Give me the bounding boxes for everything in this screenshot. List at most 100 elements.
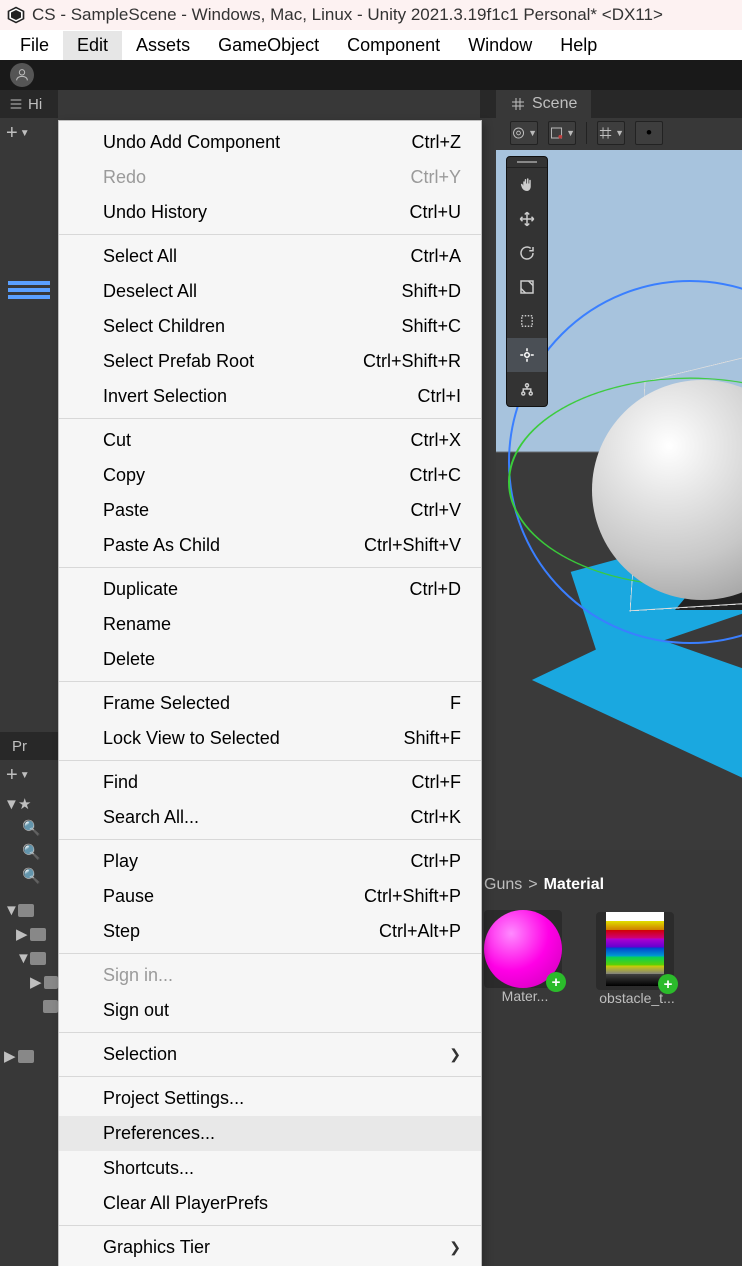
scene-tab-row: Scene xyxy=(480,90,742,118)
tree-row-packages[interactable]: ▶ xyxy=(2,1044,58,1068)
tree-row-assets[interactable]: ▼ xyxy=(2,898,58,922)
tree-row[interactable]: 🔍 xyxy=(2,840,58,864)
hierarchy-item[interactable] xyxy=(8,281,50,285)
menu-item-step[interactable]: StepCtrl+Alt+P xyxy=(59,914,481,949)
tree-row[interactable]: ▼ xyxy=(2,946,58,970)
tree-row[interactable]: ▶ xyxy=(2,970,58,994)
new-badge-icon: + xyxy=(658,974,678,994)
menu-gameobject[interactable]: GameObject xyxy=(204,31,333,60)
tool-palette xyxy=(506,156,548,407)
window-title: CS - SampleScene - Windows, Mac, Linux -… xyxy=(32,5,663,25)
menu-separator xyxy=(59,1032,481,1033)
camera-mode-button[interactable]: ▼ xyxy=(510,121,538,145)
new-badge-icon: + xyxy=(546,972,566,992)
breadcrumb-sep-icon: > xyxy=(528,876,537,894)
menu-item-selection[interactable]: Selection❯ xyxy=(59,1037,481,1072)
menu-item-undo[interactable]: Undo Add ComponentCtrl+Z xyxy=(59,125,481,160)
rotate-tool[interactable] xyxy=(507,236,547,270)
folder-icon xyxy=(30,952,46,965)
menu-item-paste[interactable]: PasteCtrl+V xyxy=(59,493,481,528)
grip-icon[interactable] xyxy=(507,157,547,168)
menu-separator xyxy=(59,839,481,840)
folder-icon xyxy=(18,904,34,917)
menu-item-graphics-tier[interactable]: Graphics Tier❯ xyxy=(59,1230,481,1265)
grid-snap-button[interactable]: ▼ xyxy=(597,121,625,145)
avatar-icon[interactable] xyxy=(10,63,34,87)
menu-assets[interactable]: Assets xyxy=(122,31,204,60)
dropdown-arrow-icon[interactable]: ▼ xyxy=(20,128,30,139)
tree-row[interactable]: ▶ xyxy=(2,922,58,946)
menu-edit[interactable]: Edit xyxy=(63,31,122,60)
menu-item-rename[interactable]: Rename xyxy=(59,607,481,642)
menu-item-paste-as-child[interactable]: Paste As ChildCtrl+Shift+V xyxy=(59,528,481,563)
menu-item-pause[interactable]: PauseCtrl+Shift+P xyxy=(59,879,481,914)
scale-tool[interactable] xyxy=(507,270,547,304)
add-button[interactable]: + xyxy=(6,764,18,787)
hierarchy-tab[interactable]: Hi xyxy=(0,90,58,118)
menu-item-select-all[interactable]: Select AllCtrl+A xyxy=(59,239,481,274)
custom-tool[interactable] xyxy=(507,372,547,406)
project-tab[interactable]: Pr xyxy=(0,732,58,760)
left-column: Hi + ▼ Pr + ▼ ▼★ 🔍 🔍 🔍 ▼ ▶ ▼ ▶ xyxy=(0,90,58,1266)
breadcrumb-item[interactable]: Material xyxy=(544,876,604,894)
menu-help[interactable]: Help xyxy=(546,31,611,60)
title-bar: CS - SampleScene - Windows, Mac, Linux -… xyxy=(0,0,742,30)
menu-item-lock-view[interactable]: Lock View to SelectedShift+F xyxy=(59,721,481,756)
menu-item-shortcuts[interactable]: Shortcuts... xyxy=(59,1151,481,1186)
project-tree: ▼★ 🔍 🔍 🔍 ▼ ▶ ▼ ▶ ▶ xyxy=(0,790,58,1068)
menu-item-delete[interactable]: Delete xyxy=(59,642,481,677)
move-tool[interactable] xyxy=(507,202,547,236)
scene-tab[interactable]: Scene xyxy=(496,90,591,118)
more-tools-button[interactable]: • xyxy=(635,121,663,145)
menu-item-clear-playerprefs[interactable]: Clear All PlayerPrefs xyxy=(59,1186,481,1221)
breadcrumb-item[interactable]: Guns xyxy=(484,876,522,894)
hierarchy-item[interactable] xyxy=(8,295,50,299)
menu-item-search-all[interactable]: Search All...Ctrl+K xyxy=(59,800,481,835)
menu-item-frame-selected[interactable]: Frame SelectedF xyxy=(59,686,481,721)
menu-item-deselect-all[interactable]: Deselect AllShift+D xyxy=(59,274,481,309)
folder-icon xyxy=(18,1050,34,1063)
texture-swatch-icon xyxy=(606,912,664,986)
grid-icon xyxy=(510,96,526,112)
menu-separator xyxy=(59,567,481,568)
menu-file[interactable]: File xyxy=(6,31,63,60)
menu-item-find[interactable]: FindCtrl+F xyxy=(59,765,481,800)
add-button[interactable]: + xyxy=(6,122,18,145)
tree-row[interactable] xyxy=(2,994,58,1018)
dropdown-arrow-icon[interactable]: ▼ xyxy=(20,770,30,781)
breadcrumb: Guns > Material xyxy=(480,870,742,900)
menu-item-duplicate[interactable]: DuplicateCtrl+D xyxy=(59,572,481,607)
folder-icon xyxy=(44,976,58,989)
menu-bar: File Edit Assets GameObject Component Wi… xyxy=(0,30,742,60)
scene-viewport[interactable] xyxy=(496,150,742,850)
hand-tool[interactable] xyxy=(507,168,547,202)
tree-row[interactable]: 🔍 xyxy=(2,816,58,840)
tree-row[interactable]: 🔍 xyxy=(2,864,58,888)
menu-window[interactable]: Window xyxy=(454,31,546,60)
edit-menu-dropdown: Undo Add ComponentCtrl+Z RedoCtrl+Y Undo… xyxy=(58,120,482,1266)
folder-icon xyxy=(43,1000,58,1013)
menu-item-cut[interactable]: CutCtrl+X xyxy=(59,423,481,458)
project-toolbar: + ▼ xyxy=(0,760,58,790)
menu-item-play[interactable]: PlayCtrl+P xyxy=(59,844,481,879)
menu-item-project-settings[interactable]: Project Settings... xyxy=(59,1081,481,1116)
asset-texture[interactable]: + obstacle_t... xyxy=(596,910,678,1006)
menu-item-preferences[interactable]: Preferences... xyxy=(59,1116,481,1151)
menu-item-select-prefab-root[interactable]: Select Prefab RootCtrl+Shift+R xyxy=(59,344,481,379)
scene-toolbar: ▼ ▼ ▼ • xyxy=(480,118,742,148)
menu-component[interactable]: Component xyxy=(333,31,454,60)
menu-item-invert-selection[interactable]: Invert SelectionCtrl+I xyxy=(59,379,481,414)
menu-item-sign-out[interactable]: Sign out xyxy=(59,993,481,1028)
menu-item-select-children[interactable]: Select ChildrenShift+C xyxy=(59,309,481,344)
rect-tool[interactable] xyxy=(507,304,547,338)
menu-separator xyxy=(59,1225,481,1226)
transform-tool[interactable] xyxy=(507,338,547,372)
menu-separator xyxy=(59,1076,481,1077)
asset-material[interactable]: + Mater... xyxy=(484,910,566,1006)
menu-item-undo-history[interactable]: Undo HistoryCtrl+U xyxy=(59,195,481,230)
tree-row-favorites[interactable]: ▼★ xyxy=(2,792,58,816)
menu-separator xyxy=(59,234,481,235)
shading-mode-button[interactable]: ▼ xyxy=(548,121,576,145)
hierarchy-item[interactable] xyxy=(8,288,50,292)
menu-item-copy[interactable]: CopyCtrl+C xyxy=(59,458,481,493)
